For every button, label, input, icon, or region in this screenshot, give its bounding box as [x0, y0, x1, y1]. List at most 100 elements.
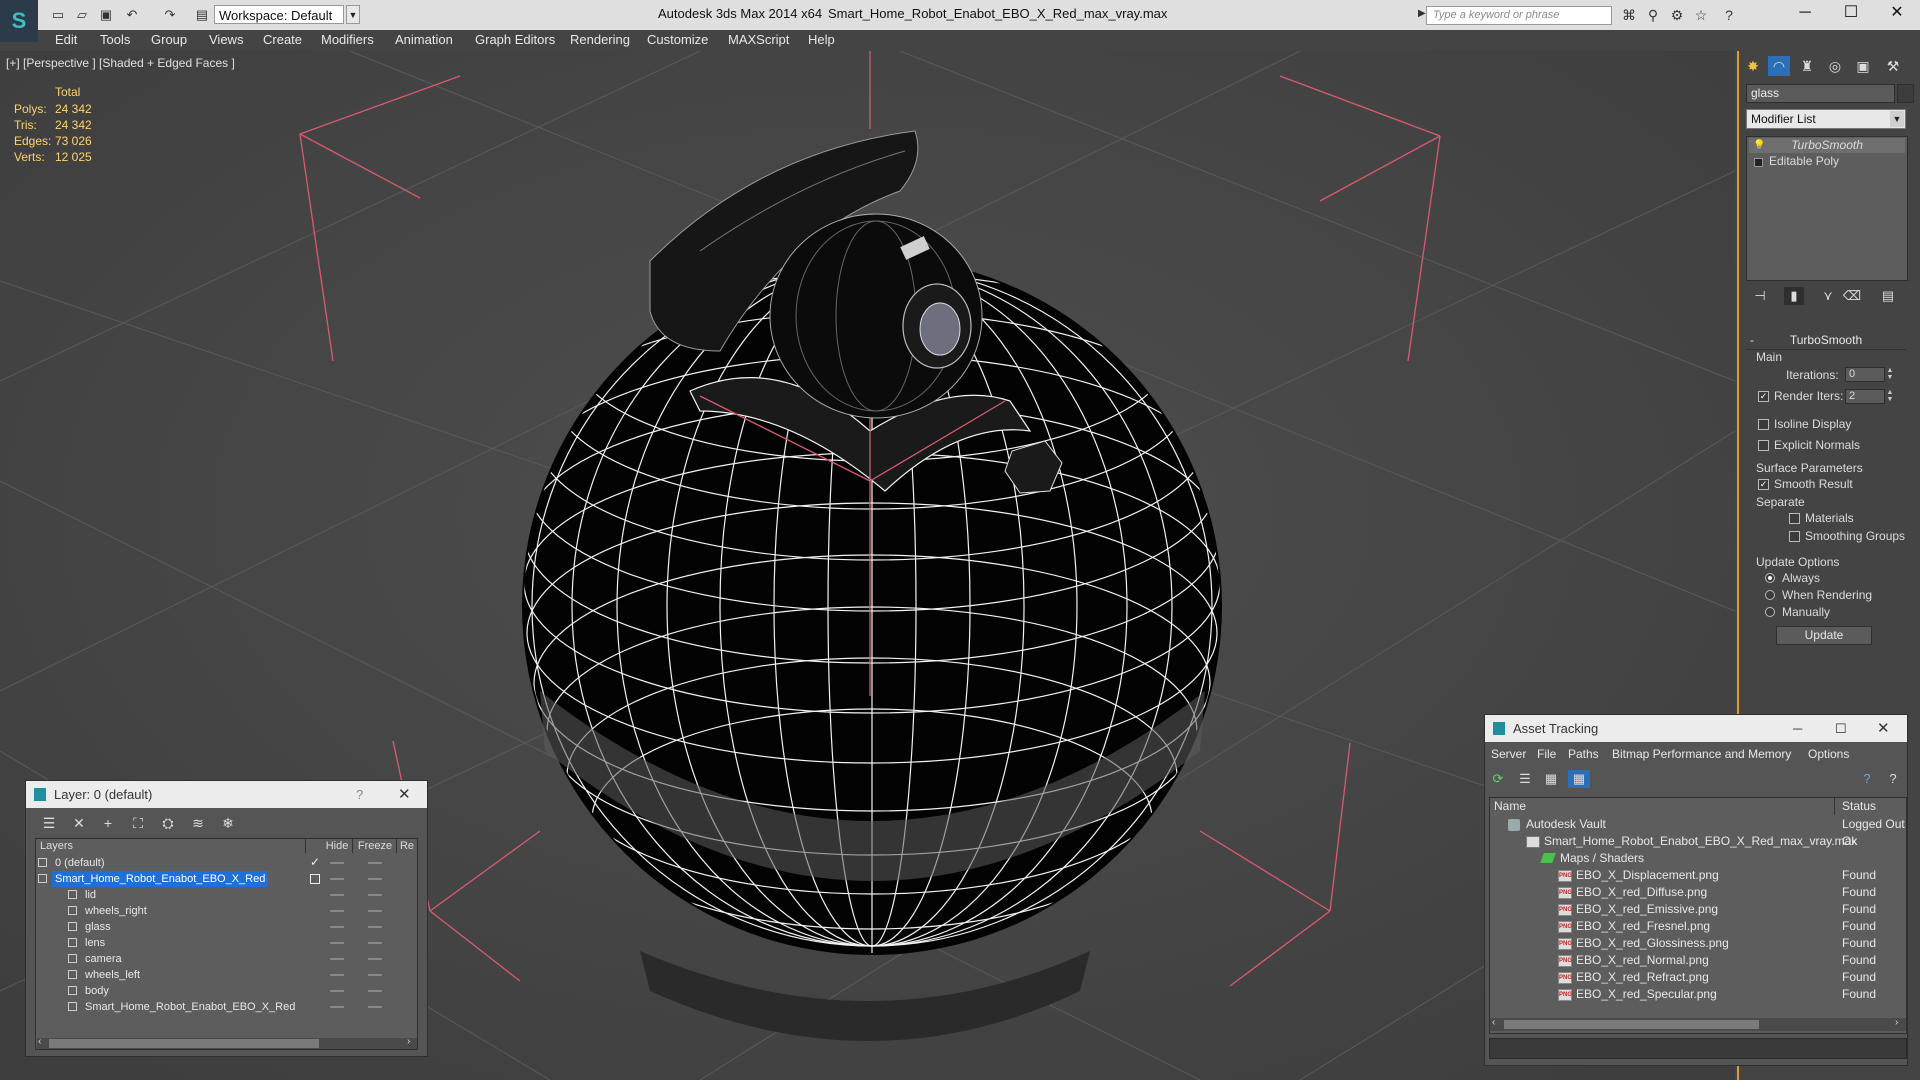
layer-row[interactable]: camera — [36, 951, 306, 967]
stack-item-editable-poly[interactable]: Editable Poly — [1749, 154, 1905, 169]
asset-menu-file[interactable]: File — [1537, 747, 1556, 761]
hide-toggle[interactable] — [330, 878, 344, 880]
freeze-toggle[interactable] — [368, 862, 382, 864]
hide-toggle[interactable] — [330, 862, 344, 864]
freeze-toggle[interactable] — [368, 1006, 382, 1008]
display-tab-icon[interactable]: ▣ — [1852, 56, 1874, 76]
add-to-layer-icon[interactable]: + — [97, 814, 119, 832]
layer-row[interactable]: lid — [36, 887, 306, 903]
table-view-icon[interactable]: ▦ — [1568, 770, 1590, 788]
asset-row[interactable]: PNG EBO_X_red_Refract.png Found — [1490, 969, 1905, 986]
menu-tools[interactable]: Tools — [100, 32, 130, 47]
favorites-star-icon[interactable]: ☆ — [1690, 6, 1712, 24]
hide-toggle[interactable] — [330, 990, 344, 992]
workspace-select[interactable]: Workspace: Default — [214, 5, 344, 24]
subscription-icon[interactable]: ⚙ — [1666, 6, 1688, 24]
redo-icon[interactable]: ↷ — [160, 6, 180, 24]
highlight-selected-layer-icon[interactable]: ⛭ — [157, 814, 179, 832]
when-rendering-radio[interactable] — [1765, 590, 1775, 600]
layers-column-header[interactable]: Layers — [36, 839, 306, 853]
hide-toggle[interactable] — [330, 894, 344, 896]
asset-row[interactable]: PNG EBO_X_red_Diffuse.png Found — [1490, 884, 1905, 901]
layer-window-help-icon[interactable]: ? — [356, 781, 363, 808]
save-file-icon[interactable]: ▣ — [96, 6, 116, 24]
lightbulb-icon[interactable]: 💡 — [1753, 138, 1765, 153]
hide-toggle[interactable] — [330, 974, 344, 976]
menu-graph-editors[interactable]: Graph Editors — [475, 32, 555, 47]
name-column-header[interactable]: Name — [1490, 798, 1835, 815]
menu-edit[interactable]: Edit — [55, 32, 77, 47]
freeze-toggle[interactable] — [368, 990, 382, 992]
freeze-toggle[interactable] — [368, 878, 382, 880]
hide-toggle[interactable] — [330, 910, 344, 912]
isoline-display-checkbox[interactable] — [1758, 419, 1769, 430]
modify-tab-icon[interactable]: ◠ — [1768, 56, 1790, 76]
iterations-spinner-arrows-icon[interactable]: ▲ ▼ — [1886, 367, 1894, 382]
help-icon[interactable]: ? — [1718, 6, 1740, 24]
render-iters-spinner[interactable]: 2 — [1845, 389, 1885, 404]
asset-row[interactable]: PNG EBO_X_red_Glossiness.png Found — [1490, 935, 1905, 952]
select-objects-in-layer-icon[interactable]: ⛶ — [127, 814, 149, 832]
freeze-toggle[interactable] — [368, 910, 382, 912]
asset-menu-bitmap-performance[interactable]: Bitmap Performance and Memory — [1612, 747, 1791, 761]
scroll-right-icon[interactable]: › — [407, 1036, 410, 1047]
object-name-field[interactable]: glass — [1746, 84, 1895, 103]
hide-all-layers-icon[interactable]: ≋ — [187, 814, 209, 832]
explicit-normals-checkbox[interactable] — [1758, 440, 1769, 451]
layer-row[interactable]: Smart_Home_Robot_Enabot_EBO_X_Red — [36, 871, 306, 887]
asset-row[interactable]: PNG EBO_X_red_Normal.png Found — [1490, 952, 1905, 969]
layer-window-titlebar[interactable]: Layer: 0 (default) ? ✕ — [26, 781, 427, 808]
expand-box-icon[interactable] — [1754, 158, 1763, 167]
layer-row[interactable]: lens — [36, 935, 306, 951]
current-layer-check-icon[interactable]: ✓ — [310, 855, 320, 869]
modifier-list-arrow-icon[interactable]: ▼ — [1890, 111, 1904, 127]
hide-toggle[interactable] — [330, 926, 344, 928]
always-radio[interactable] — [1765, 573, 1775, 583]
status-column-header[interactable]: Status — [1838, 798, 1904, 815]
workspace-dropdown-icon[interactable]: ▼ — [346, 5, 360, 24]
asset-menu-server[interactable]: Server — [1491, 747, 1526, 761]
project-folder-icon[interactable]: ▤ — [192, 6, 212, 24]
menu-animation[interactable]: Animation — [395, 32, 453, 47]
asset-row[interactable]: PNG EBO_X_red_Specular.png Found — [1490, 986, 1905, 1003]
asset-row[interactable]: Smart_Home_Robot_Enabot_EBO_X_Red_max_vr… — [1490, 833, 1905, 850]
layer-row[interactable]: glass — [36, 919, 306, 935]
undo-icon[interactable]: ↶ — [122, 6, 142, 24]
asset-row[interactable]: PNG EBO_X_red_Emissive.png Found — [1490, 901, 1905, 918]
layer-row[interactable]: Smart_Home_Robot_Enabot_EBO_X_Red — [36, 999, 306, 1015]
viewport-label[interactable]: [+] [Perspective ] [Shaded + Edged Faces… — [6, 56, 235, 70]
menu-create[interactable]: Create — [263, 32, 302, 47]
asset-menu-paths[interactable]: Paths — [1568, 747, 1599, 761]
freeze-column-header[interactable]: Freeze — [354, 839, 397, 853]
layer-row[interactable]: wheels_right — [36, 903, 306, 919]
communication-center-icon[interactable]: ⚲ — [1642, 6, 1664, 24]
refresh-icon[interactable]: ⟳ — [1487, 770, 1509, 788]
collapse-icon[interactable]: - — [1750, 333, 1754, 347]
layer-row[interactable]: wheels_left — [36, 967, 306, 983]
asset-row[interactable]: Maps / Shaders — [1490, 850, 1905, 867]
minimize-icon[interactable]: ─ — [1782, 0, 1828, 28]
asset-minimize-icon[interactable]: ─ — [1793, 715, 1802, 742]
materials-checkbox[interactable] — [1789, 513, 1800, 524]
asset-settings-icon[interactable]: ? — [1882, 770, 1904, 788]
binoculars-icon[interactable]: ⌘ — [1618, 6, 1640, 24]
freeze-toggle[interactable] — [368, 942, 382, 944]
asset-help-icon[interactable]: ? — [1856, 770, 1878, 788]
update-button[interactable]: Update — [1776, 626, 1872, 645]
asset-menu-options[interactable]: Options — [1808, 747, 1849, 761]
render-iters-spinner-arrows-icon[interactable]: ▲ ▼ — [1886, 389, 1894, 404]
freeze-toggle[interactable] — [368, 974, 382, 976]
menu-views[interactable]: Views — [209, 32, 243, 47]
asset-path-field[interactable] — [1489, 1038, 1907, 1059]
robot-camera[interactable] — [769, 213, 983, 419]
scroll-left-icon[interactable]: ‹ — [1492, 1017, 1495, 1028]
make-unique-icon[interactable]: ⋎ — [1818, 287, 1838, 305]
freeze-toggle[interactable] — [368, 958, 382, 960]
maximize-icon[interactable]: ☐ — [1828, 0, 1874, 28]
thumbnail-view-icon[interactable]: ▦ — [1540, 770, 1562, 788]
hide-column-header[interactable]: Hide — [322, 839, 353, 853]
iterations-spinner[interactable]: 0 — [1845, 367, 1885, 382]
create-tab-icon[interactable]: ✸ — [1742, 56, 1764, 76]
menu-help[interactable]: Help — [808, 32, 835, 47]
turbosmooth-rollout-title[interactable]: - TurboSmooth — [1746, 333, 1906, 350]
